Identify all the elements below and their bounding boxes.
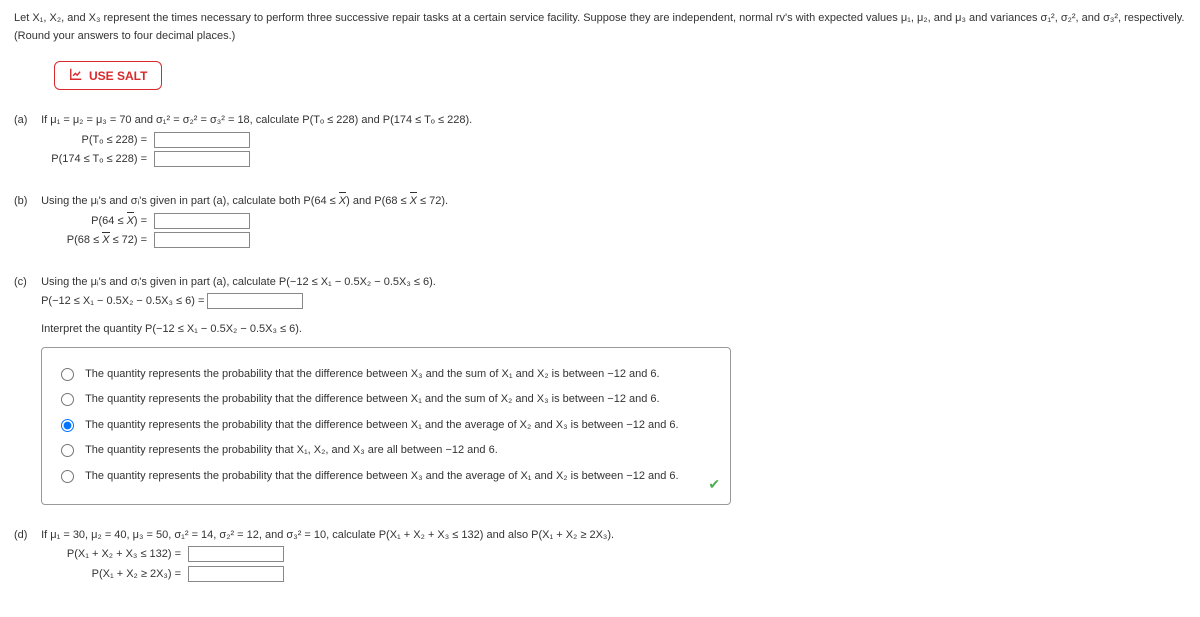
radio-1[interactable] [61, 368, 74, 381]
part-a-input-1[interactable] [154, 132, 250, 148]
radio-2[interactable] [61, 393, 74, 406]
part-b-input-2[interactable] [154, 232, 250, 248]
part-a-input-2[interactable] [154, 151, 250, 167]
radio-4[interactable] [61, 444, 74, 457]
part-d-stem: If μ₁ = 30, μ₂ = 40, μ₃ = 50, σ₁² = 14, … [41, 527, 1183, 545]
part-a-stem: If μ₁ = μ₂ = μ₃ = 70 and σ₁² = σ₂² = σ₃²… [41, 112, 1183, 130]
radio-text-5: The quantity represents the probability … [85, 468, 716, 486]
radio-3[interactable] [61, 419, 74, 432]
salt-icon [69, 67, 83, 84]
radio-option-2[interactable]: The quantity represents the probability … [56, 391, 716, 409]
radio-5[interactable] [61, 470, 74, 483]
part-c-interpret: Interpret the quantity P(−12 ≤ X₁ − 0.5X… [41, 321, 1183, 339]
part-b-eq1-label: P(64 ≤ X) = [41, 213, 151, 231]
radio-option-3[interactable]: The quantity represents the probability … [56, 417, 716, 435]
part-d-eq2-label: P(X₁ + X₂ ≥ 2X₃) = [41, 566, 185, 584]
radio-text-2: The quantity represents the probability … [85, 391, 716, 409]
part-a-label: (a) [14, 112, 38, 130]
part-c: (c) Using the μᵢ's and σᵢ's given in par… [14, 274, 1186, 505]
radio-option-1[interactable]: The quantity represents the probability … [56, 366, 716, 384]
part-d-input-1[interactable] [188, 546, 284, 562]
part-c-stem: Using the μᵢ's and σᵢ's given in part (a… [41, 274, 1183, 292]
problem-intro: Let X₁, X₂, and X₃ represent the times n… [14, 10, 1186, 45]
radio-text-3: The quantity represents the probability … [85, 417, 716, 435]
part-c-eq-label: P(−12 ≤ X₁ − 0.5X₂ − 0.5X₃ ≤ 6) = [41, 295, 204, 307]
check-icon: ✔ [708, 473, 720, 495]
part-d-input-2[interactable] [188, 566, 284, 582]
part-b: (b) Using the μᵢ's and σᵢ's given in par… [14, 193, 1186, 252]
part-d-eq1-label: P(X₁ + X₂ + X₃ ≤ 132) = [41, 546, 185, 564]
radio-text-1: The quantity represents the probability … [85, 366, 716, 384]
part-b-input-1[interactable] [154, 213, 250, 229]
part-c-input[interactable] [207, 293, 303, 309]
interpretation-options: The quantity represents the probability … [41, 347, 731, 505]
part-d-label: (d) [14, 527, 38, 545]
use-salt-button[interactable]: USE SALT [54, 61, 162, 90]
part-c-label: (c) [14, 274, 38, 292]
part-a-eq1-label: P(Tₒ ≤ 228) = [41, 132, 151, 150]
radio-option-5[interactable]: The quantity represents the probability … [56, 468, 716, 486]
part-a-eq2-label: P(174 ≤ Tₒ ≤ 228) = [41, 151, 151, 169]
radio-text-4: The quantity represents the probability … [85, 442, 716, 460]
salt-label: USE SALT [89, 69, 147, 83]
part-a: (a) If μ₁ = μ₂ = μ₃ = 70 and σ₁² = σ₂² =… [14, 112, 1186, 171]
part-b-stem: Using the μᵢ's and σᵢ's given in part (a… [41, 193, 1183, 211]
part-b-label: (b) [14, 193, 38, 211]
radio-option-4[interactable]: The quantity represents the probability … [56, 442, 716, 460]
part-d: (d) If μ₁ = 30, μ₂ = 40, μ₃ = 50, σ₁² = … [14, 527, 1186, 586]
part-b-eq2-label: P(68 ≤ X ≤ 72) = [41, 232, 151, 250]
